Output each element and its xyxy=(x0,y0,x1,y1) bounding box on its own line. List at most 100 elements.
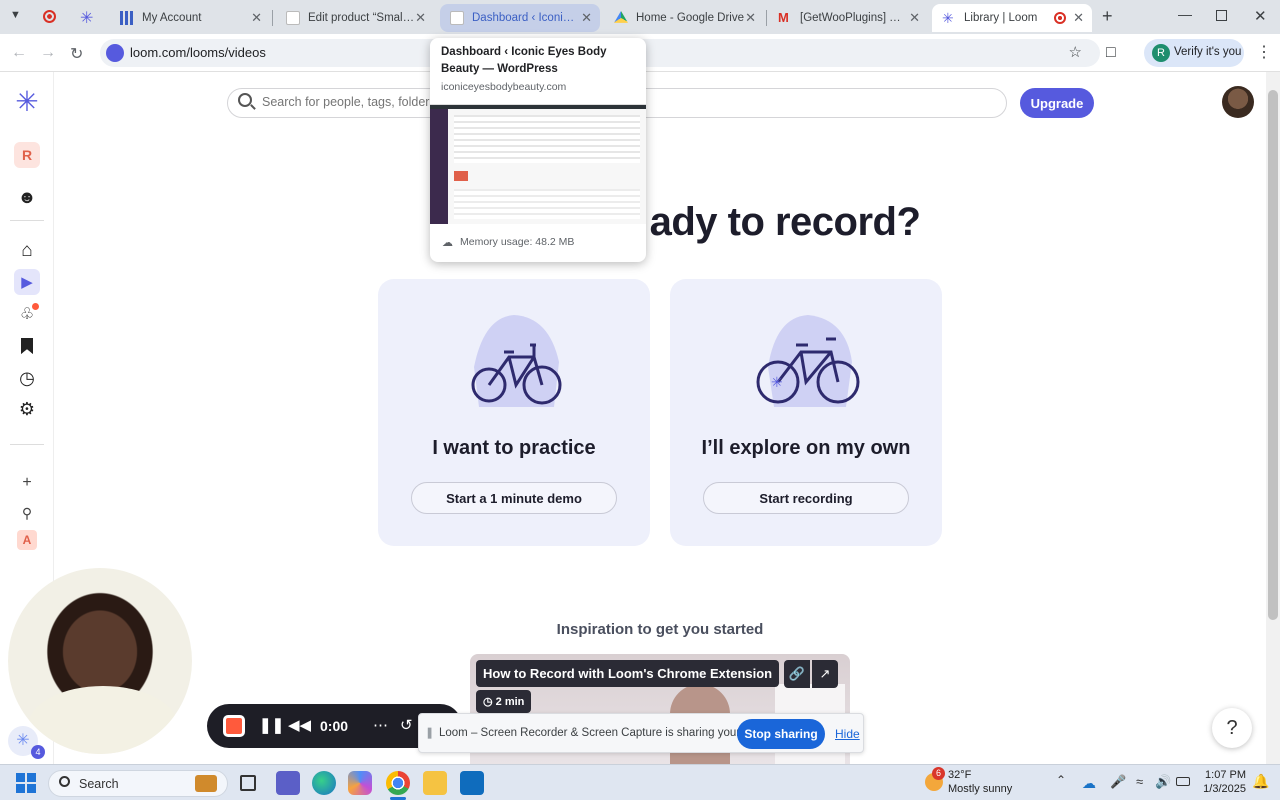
space-avatar[interactable]: A xyxy=(17,530,37,550)
loom-icon: ✳ xyxy=(942,10,954,26)
video-duration: ◷ 2 min xyxy=(476,690,532,713)
loom-logo-icon[interactable]: ✳ xyxy=(14,86,40,117)
edge-icon[interactable] xyxy=(312,771,336,795)
recording-icon xyxy=(1054,12,1066,24)
bicycle-illustration xyxy=(471,315,562,407)
grid-icon xyxy=(120,11,134,25)
drag-handle-icon[interactable]: ⋯ xyxy=(373,716,388,734)
restore-button[interactable] xyxy=(1216,10,1227,21)
tab-title: Edit product “Small Pig xyxy=(308,12,416,24)
close-icon[interactable]: ✕ xyxy=(251,11,262,25)
site-info-icon[interactable] xyxy=(106,44,124,62)
notifications-icon[interactable]: ♧ xyxy=(14,301,40,327)
close-icon[interactable]: ✕ xyxy=(1073,11,1084,25)
tab-my-account[interactable]: My Account ✕ xyxy=(110,4,270,32)
tab-title: My Account xyxy=(142,12,202,24)
close-icon[interactable]: ✕ xyxy=(909,11,920,25)
upgrade-button[interactable]: Upgrade xyxy=(1020,88,1094,118)
tab-title: Home - Google Drive xyxy=(636,12,745,24)
tab-divider xyxy=(766,10,767,26)
memory-icon: ☁ xyxy=(442,237,453,249)
start-recording-button[interactable]: Start recording xyxy=(703,482,909,514)
new-tab-button[interactable]: + xyxy=(1102,6,1113,27)
teams-icon[interactable] xyxy=(276,771,300,795)
rewind-icon[interactable]: ◀◀ xyxy=(288,716,311,734)
bookmark-star-icon[interactable]: ☆ xyxy=(1069,43,1082,61)
weather-widget[interactable]: 32°F Mostly sunny xyxy=(948,768,1012,796)
close-icon[interactable]: ✕ xyxy=(581,11,592,25)
taskbar-clock[interactable]: 1:07 PM 1/3/2025 xyxy=(1172,768,1246,796)
open-external-icon[interactable]: ↗ xyxy=(812,660,838,688)
workspace-avatar[interactable]: R xyxy=(14,142,40,168)
close-icon[interactable]: ✕ xyxy=(745,11,756,25)
tab-title: Library | Loom xyxy=(964,12,1038,24)
search-icon[interactable]: ⚲ xyxy=(14,500,40,526)
onedrive-icon[interactable]: ☁ xyxy=(1082,775,1096,792)
scrollbar-thumb[interactable] xyxy=(1268,90,1278,620)
bookmark-icon[interactable] xyxy=(14,333,40,359)
hide-link[interactable]: Hide xyxy=(835,727,860,741)
task-view-icon[interactable] xyxy=(240,775,256,791)
minimize-button[interactable]: — xyxy=(1178,6,1192,22)
hover-card-memory: Memory usage: 48.2 MB xyxy=(460,236,575,248)
tab-search-dropdown-icon[interactable]: ▼ xyxy=(10,9,21,21)
wifi-icon[interactable]: ≈ xyxy=(1136,774,1143,789)
back-button[interactable]: ← xyxy=(11,44,27,62)
reload-button[interactable]: ↻ xyxy=(70,44,83,64)
drag-grip-icon[interactable]: ❚ xyxy=(425,726,434,739)
restart-icon[interactable]: ↺ xyxy=(400,716,413,734)
tab-title: Dashboard ‹ Iconic Eyes xyxy=(472,12,580,24)
outlook-icon[interactable] xyxy=(460,771,484,795)
start-demo-button[interactable]: Start a 1 minute demo xyxy=(411,482,617,514)
settings-gear-icon[interactable]: ⚙ xyxy=(14,396,40,422)
url-text: loom.com/looms/videos xyxy=(130,45,266,60)
forward-button[interactable]: → xyxy=(40,44,56,62)
user-avatar[interactable] xyxy=(1222,86,1254,118)
help-button[interactable]: ? xyxy=(1212,708,1252,748)
chrome-icon[interactable] xyxy=(386,771,410,795)
chrome-menu-icon[interactable]: ⋮ xyxy=(1256,42,1272,62)
card-title: I’ll explore on my own xyxy=(701,437,911,459)
copy-link-icon[interactable]: 🔗 xyxy=(784,660,810,688)
verify-button[interactable]: R Verify it's you xyxy=(1144,39,1244,67)
file-explorer-icon[interactable] xyxy=(423,771,447,795)
home-icon[interactable]: ⌂ xyxy=(14,238,40,264)
practice-card: I want to practice Start a 1 minute demo xyxy=(378,279,650,546)
pause-icon[interactable]: ❚❚ xyxy=(259,716,284,734)
bookmark-shape xyxy=(21,338,33,354)
close-icon[interactable]: ✕ xyxy=(415,11,426,25)
tab-dashboard[interactable]: Dashboard ‹ Iconic Eyes ✕ xyxy=(440,4,600,32)
start-button-lower[interactable] xyxy=(16,784,36,793)
briefcase-icon xyxy=(195,775,217,792)
tab-edit-product[interactable]: Edit product “Small Pig ✕ xyxy=(276,4,434,32)
library-icon[interactable]: ▶ xyxy=(14,269,40,295)
loom-pinned-tab-icon[interactable]: ✳ xyxy=(80,8,93,28)
stop-recording-button[interactable] xyxy=(223,715,245,737)
profile-avatar: R xyxy=(1152,44,1170,62)
tab-library-loom[interactable]: ✳ Library | Loom ✕ xyxy=(932,4,1092,32)
volume-icon[interactable]: 🔊 xyxy=(1155,774,1171,790)
taskbar-search[interactable]: Search xyxy=(48,770,228,797)
tray-chevron-icon[interactable]: ⌃ xyxy=(1056,773,1066,787)
stop-sharing-button[interactable]: Stop sharing xyxy=(737,719,825,749)
taskbar-search-label: Search xyxy=(79,777,119,791)
extensions-icon[interactable]: □ xyxy=(1106,44,1116,62)
tab-divider xyxy=(272,10,273,26)
duration-text: 2 min xyxy=(495,696,525,708)
notification-bell-icon[interactable]: 🔔 xyxy=(1252,773,1269,790)
copilot-icon[interactable] xyxy=(348,771,372,795)
hover-card-title: Dashboard ‹ Iconic Eyes Body Beauty — Wo… xyxy=(441,46,607,75)
screen-sharing-bar: ❚ Loom – Screen Recorder & Screen Captur… xyxy=(418,713,864,753)
svg-text:✳: ✳ xyxy=(771,374,783,390)
tab-gmail[interactable]: M [GetWooPlugins] Ticket ✕ xyxy=(768,4,928,32)
microphone-icon[interactable]: 🎤 xyxy=(1110,774,1126,790)
preview-badge xyxy=(454,171,468,181)
people-icon[interactable]: ☻ xyxy=(14,184,40,210)
tab-google-drive[interactable]: Home - Google Drive ✕ xyxy=(604,4,764,32)
add-icon[interactable]: + xyxy=(14,470,40,496)
webcam-bubble[interactable] xyxy=(8,568,192,754)
tab-hover-card: Dashboard ‹ Iconic Eyes Body Beauty — Wo… xyxy=(430,38,646,262)
preview-content xyxy=(454,115,640,163)
history-icon[interactable]: ◷ xyxy=(14,365,40,391)
close-window-button[interactable]: ✕ xyxy=(1254,7,1267,25)
